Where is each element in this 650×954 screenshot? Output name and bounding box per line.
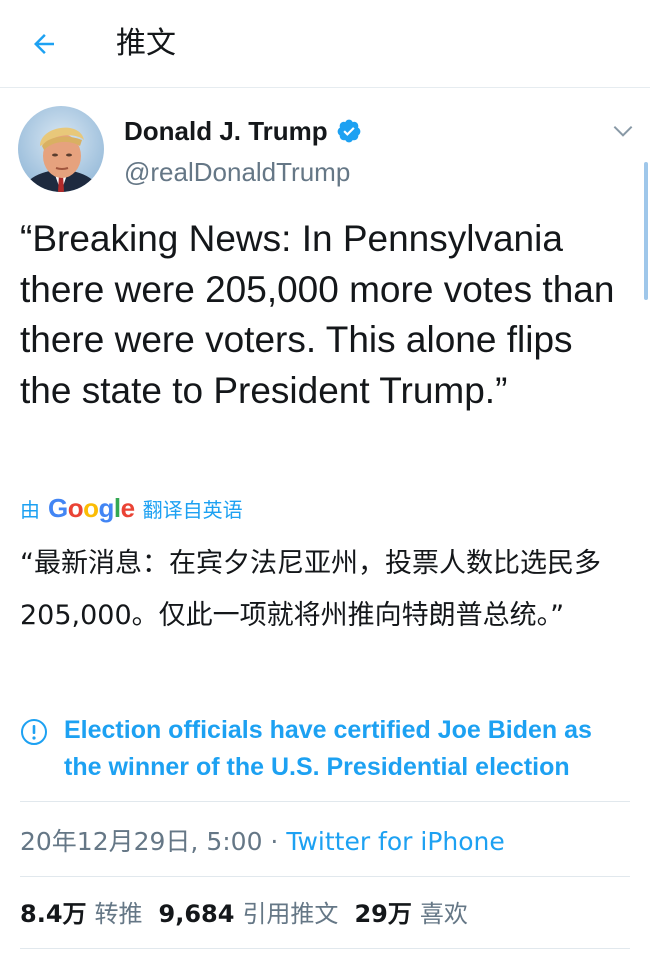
translation-attribution[interactable]: 由 Google 翻译自英语 [20, 490, 243, 526]
quotes-label: 引用推文 [242, 900, 339, 928]
translation-suffix: 翻译自英语 [142, 497, 243, 522]
scrollbar[interactable] [644, 162, 648, 300]
likes-stat[interactable]: 29万 喜欢 [354, 894, 467, 934]
divider [20, 801, 630, 802]
info-icon [21, 719, 47, 745]
likes-label: 喜欢 [419, 900, 468, 928]
retweets-stat[interactable]: 8.4万 转推 [20, 894, 143, 934]
author-name-text: Donald J. Trump [124, 116, 328, 146]
back-button[interactable] [24, 24, 64, 64]
meta-separator: · [262, 827, 287, 856]
arrow-left-icon [34, 34, 54, 54]
tweet-text: “Breaking News: In Pennsylvania there we… [20, 218, 615, 411]
divider [20, 948, 630, 949]
top-bar: 推文 [0, 0, 650, 88]
tweet-stats: 8.4万 转推 9,684 引用推文 29万 喜欢 [20, 894, 468, 934]
tweet-meta: 20年12月29日, 5:00 · Twitter for iPhone [20, 822, 505, 862]
translated-text: “最新消息：在宾夕法尼亚州，投票人数比选民多205,000。仅此一项就将州推向特… [20, 548, 601, 631]
tweet-datetime: 20年12月29日, 5:00 [20, 827, 263, 856]
author-name[interactable]: Donald J. Trump [124, 114, 362, 148]
tweet-source-link[interactable]: Twitter for iPhone [286, 827, 504, 856]
quotes-stat[interactable]: 9,684 引用推文 [159, 894, 339, 934]
page-title: 推文 [116, 26, 176, 61]
divider [20, 876, 630, 877]
retweets-count: 8.4万 [20, 900, 87, 928]
avatar-image [18, 106, 104, 192]
avatar[interactable] [18, 106, 104, 192]
likes-count: 29万 [354, 900, 412, 928]
chevron-down-icon[interactable] [610, 118, 636, 144]
google-logo: Google [48, 492, 135, 523]
translation-prefix: 由 [20, 497, 40, 522]
author-handle[interactable]: @realDonaldTrump [124, 154, 350, 190]
retweets-label: 转推 [94, 900, 143, 928]
notice-text[interactable]: Election officials have certified Joe Bi… [64, 712, 632, 786]
quotes-count: 9,684 [158, 900, 235, 928]
election-notice[interactable]: Election officials have certified Joe Bi… [20, 712, 632, 786]
verified-badge-icon [337, 119, 361, 143]
